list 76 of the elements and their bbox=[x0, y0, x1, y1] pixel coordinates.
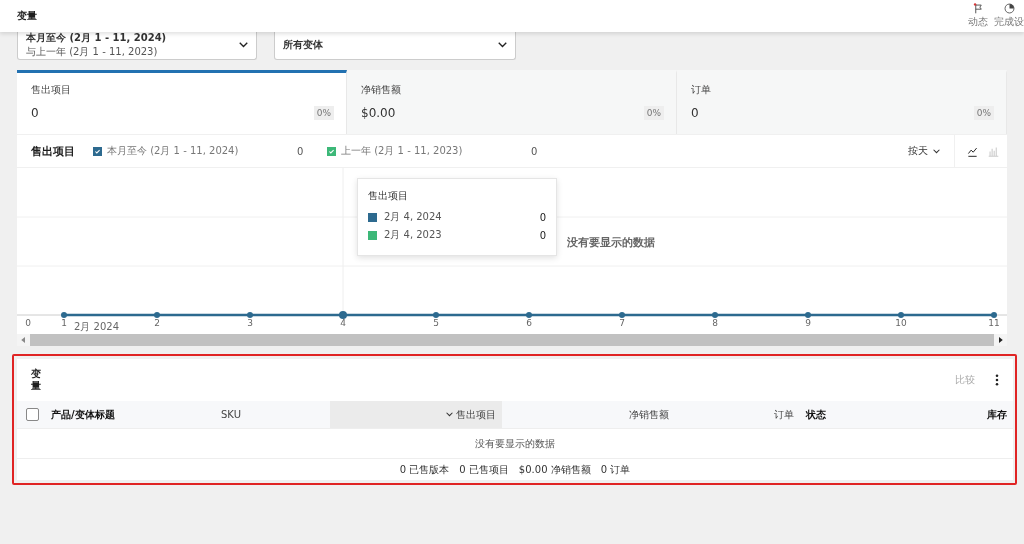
interval-dropdown[interactable]: 按天 bbox=[908, 144, 930, 158]
stat-value: $0.00 bbox=[361, 106, 396, 120]
legend-checkbox[interactable] bbox=[327, 146, 336, 156]
stat-tab[interactable]: 售出项目 0 0% bbox=[17, 70, 347, 134]
summary-item: 0 已售版本 bbox=[399, 462, 450, 477]
axis-date-label: 2月 2024 bbox=[74, 321, 119, 332]
summary-item: $0.00 净销售额 bbox=[518, 462, 591, 477]
chevron-icon bbox=[498, 41, 507, 48]
column-label: 净销售额 bbox=[629, 407, 669, 422]
table-title: 变量 bbox=[31, 367, 41, 393]
column-header[interactable]: 状态 bbox=[800, 401, 900, 428]
stat-label: 订单 bbox=[691, 83, 712, 97]
axis-tick-label: 10 bbox=[895, 318, 907, 328]
stat-tab[interactable]: 订单 0 0% bbox=[677, 70, 1007, 134]
axis-tick-label: 9 bbox=[805, 318, 811, 328]
tooltip-date: 2月 4, 2023 bbox=[384, 228, 443, 242]
tooltip-value: 0 bbox=[539, 229, 546, 241]
line-chart-icon[interactable] bbox=[967, 145, 978, 157]
axis-tick-label: 4 bbox=[340, 318, 346, 328]
legend-label: 本月至今 (2月 1 - 11, 2024) bbox=[107, 144, 240, 158]
delta-badge: 0% bbox=[973, 106, 994, 120]
stat-value: 0 bbox=[31, 106, 39, 120]
legend-value: 0 bbox=[531, 145, 539, 157]
select-all-checkbox[interactable] bbox=[25, 408, 39, 421]
column-header[interactable]: 库存 bbox=[900, 401, 1013, 428]
column-header[interactable]: 订单 bbox=[675, 401, 800, 428]
column-label: 库存 bbox=[987, 407, 1007, 422]
stat-label: 净销售额 bbox=[361, 83, 402, 97]
page-title: 变量 bbox=[17, 9, 37, 23]
column-header[interactable]: 净销售额 bbox=[502, 401, 675, 428]
column-label: 状态 bbox=[806, 407, 826, 422]
progress-icon bbox=[1003, 3, 1015, 14]
column-label: SKU bbox=[221, 409, 241, 420]
axis-tick-label: 2 bbox=[154, 318, 160, 328]
date-range-picker[interactable]: 本月至今 (2月 1 - 11, 2024) 与上一年 (2月 1 - 11, 2023) bbox=[17, 30, 257, 60]
empty-message: 没有要显示的数据 bbox=[567, 235, 655, 250]
column-label: 产品/变体标题 bbox=[51, 407, 115, 422]
legend-value: 0 bbox=[297, 145, 305, 157]
stat-value: 0 bbox=[691, 106, 699, 120]
axis-tick-label: 3 bbox=[247, 318, 253, 328]
sort-chevron-icon bbox=[446, 412, 453, 417]
scroll-right-icon[interactable] bbox=[998, 337, 1003, 343]
axis-tick-label: 1 bbox=[61, 318, 67, 328]
axis-tick-label: 0 bbox=[25, 318, 31, 328]
axis-tick-label: 6 bbox=[526, 318, 532, 328]
chevron-icon bbox=[239, 41, 248, 48]
tooltip-title: 售出项目 bbox=[368, 189, 409, 203]
chart-title: 售出项目 bbox=[31, 143, 75, 159]
stat-tab[interactable]: 净销售额 $0.00 0% bbox=[347, 70, 677, 134]
axis-tick-label: 11 bbox=[988, 318, 1000, 328]
scroll-left-icon[interactable] bbox=[21, 337, 26, 343]
variant-picker[interactable]: 所有变体 bbox=[274, 30, 516, 60]
legend-checkbox[interactable] bbox=[93, 146, 102, 156]
more-options-icon[interactable] bbox=[995, 374, 999, 386]
header-action[interactable]: 完成设 bbox=[994, 3, 1024, 29]
delta-badge: 0% bbox=[643, 106, 664, 120]
tooltip-date: 2月 4, 2024 bbox=[384, 210, 443, 224]
axis-tick-label: 7 bbox=[619, 318, 625, 328]
column-header[interactable]: SKU bbox=[215, 401, 330, 428]
header-action[interactable]: 动态 bbox=[968, 3, 988, 29]
horizontal-scrollbar[interactable] bbox=[17, 334, 1007, 346]
legend-label: 上一年 (2月 1 - 11, 2023) bbox=[341, 144, 464, 158]
chevron-icon[interactable] bbox=[933, 148, 940, 154]
axis-tick-label: 8 bbox=[712, 318, 718, 328]
column-header[interactable]: 售出项目 bbox=[330, 401, 502, 428]
axis-tick-label: 5 bbox=[433, 318, 439, 328]
flag-icon bbox=[972, 3, 984, 14]
tooltip-value: 0 bbox=[539, 211, 546, 223]
column-header[interactable]: 产品/变体标题 bbox=[45, 401, 215, 428]
stat-label: 售出项目 bbox=[31, 83, 72, 97]
column-label: 订单 bbox=[774, 407, 794, 422]
summary-item: 0 已售项目 bbox=[459, 462, 509, 477]
column-label: 售出项目 bbox=[456, 407, 496, 422]
empty-message: 没有要显示的数据 bbox=[475, 436, 555, 451]
summary-item: 0 订单 bbox=[600, 462, 631, 477]
delta-badge: 0% bbox=[313, 106, 334, 120]
